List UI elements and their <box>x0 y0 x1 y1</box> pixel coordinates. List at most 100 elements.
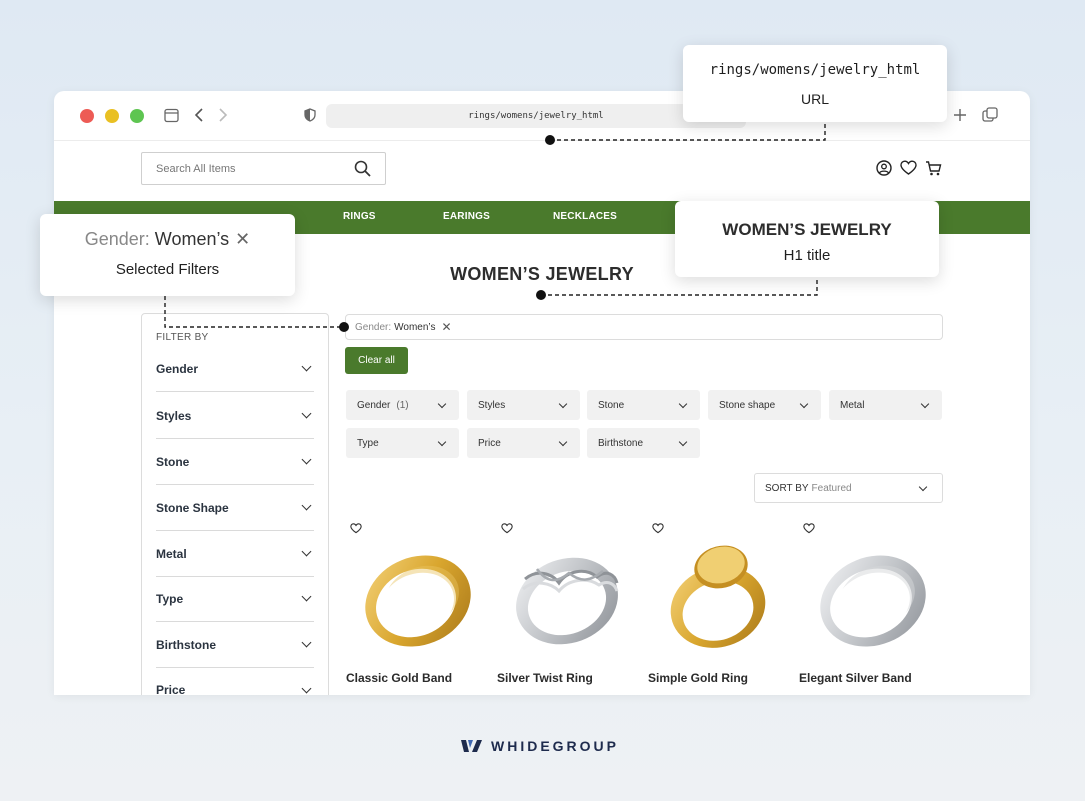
back-icon[interactable] <box>190 106 208 124</box>
callout-url-text: rings/womens/jewelry_html <box>709 62 921 78</box>
filter-label: Stone Shape <box>156 500 229 515</box>
filter-label: Styles <box>156 408 192 423</box>
chevron-down-icon <box>301 361 312 372</box>
filter-label: Birthstone <box>156 637 216 652</box>
chevron-down-icon <box>799 399 809 408</box>
product-name[interactable]: Elegant Silver Band <box>799 671 912 685</box>
product-name[interactable]: Simple Gold Ring <box>648 671 748 685</box>
sidebar-filter-gender[interactable]: Gender <box>156 346 314 392</box>
search-icon[interactable] <box>354 160 371 180</box>
favorite-heart-icon[interactable] <box>350 521 362 539</box>
chevron-down-icon <box>301 637 312 648</box>
brand-name: WHIDEGROUP <box>491 738 619 754</box>
callout-url-caption: URL <box>800 91 829 107</box>
filter-button-label: Metal <box>840 399 865 411</box>
chevron-down-icon <box>678 399 688 408</box>
callout-filter-value: Women’s <box>154 229 230 249</box>
filter-button-birthstone[interactable]: Birthstone <box>587 428 700 458</box>
chevron-down-icon <box>301 546 312 557</box>
silver-twist-ring-image[interactable] <box>497 539 637 657</box>
maximize-window-button[interactable] <box>130 109 144 123</box>
shield-icon[interactable] <box>301 106 319 124</box>
nav-item-earings[interactable]: EARINGS <box>443 211 490 222</box>
selected-filter-value: Women’s <box>394 321 436 333</box>
filter-button-styles[interactable]: Styles <box>467 390 580 420</box>
product-card[interactable]: Simple Gold Ring <box>648 521 788 691</box>
callout-filter-key: Gender: <box>84 229 150 249</box>
filter-button-stone-shape[interactable]: Stone shape <box>708 390 821 420</box>
h1-callout: WOMEN’S JEWELRY H1 title <box>675 201 939 277</box>
gold-band-ring-image[interactable] <box>346 539 486 657</box>
search-input[interactable]: Search All Items <box>141 152 386 185</box>
silver-band-ring-image[interactable] <box>799 539 939 657</box>
chevron-down-icon <box>920 399 930 408</box>
brand-logo-icon <box>461 740 482 752</box>
filter-button-label: Type <box>357 437 379 449</box>
sort-dropdown[interactable]: SORT BY Featured <box>754 473 943 503</box>
nav-item-rings[interactable]: RINGS <box>343 211 376 222</box>
callout-h1-text: WOMEN’S JEWELRY <box>722 220 892 239</box>
browser-window: rings/womens/jewelry_html Search All Ite… <box>54 91 1030 695</box>
close-icon: ✕ <box>235 229 251 249</box>
filter-button-label: Gender <box>357 399 391 411</box>
sort-value: Featured <box>811 482 852 494</box>
forward-icon[interactable] <box>214 106 232 124</box>
gold-signet-ring-image[interactable] <box>648 539 788 657</box>
chevron-down-icon <box>301 500 312 511</box>
filter-button-stone[interactable]: Stone <box>587 390 700 420</box>
minimize-window-button[interactable] <box>105 109 119 123</box>
sidebar-filter-metal[interactable]: Metal <box>156 531 314 577</box>
sidebar-filter-birthstone[interactable]: Birthstone <box>156 622 314 668</box>
product-card[interactable]: Classic Gold Band <box>346 521 486 691</box>
product-name[interactable]: Silver Twist Ring <box>497 671 593 685</box>
product-card[interactable]: Elegant Silver Band <box>799 521 939 691</box>
favorite-heart-icon[interactable] <box>803 521 815 539</box>
chevron-down-icon <box>918 482 928 491</box>
filter-button-label: Birthstone <box>598 437 644 449</box>
selected-filters-callout: Gender: Women’s ✕ Selected Filters <box>40 214 295 296</box>
filter-button-type[interactable]: Type <box>346 428 459 458</box>
chevron-down-icon <box>301 683 312 693</box>
filter-button-price[interactable]: Price <box>467 428 580 458</box>
url-callout: rings/womens/jewelry_html URL <box>683 45 947 122</box>
favorite-heart-icon[interactable] <box>501 521 513 539</box>
filter-button-label: Stone shape <box>719 399 776 411</box>
chevron-down-icon <box>301 408 312 419</box>
remove-filter-icon[interactable]: ✕ <box>441 320 451 334</box>
nav-item-necklaces[interactable]: NECKLACES <box>553 211 617 222</box>
clear-all-button[interactable]: Clear all <box>345 347 408 374</box>
sidebar-filter-price[interactable]: Price <box>156 667 314 695</box>
filter-label: Metal <box>156 546 187 561</box>
callout-h1-caption: H1 title <box>783 247 831 264</box>
sidebar-filter-stone[interactable]: Stone <box>156 439 314 485</box>
selected-filter-key: Gender: <box>355 321 392 333</box>
tabs-overview-icon[interactable] <box>981 106 999 124</box>
filter-count: (1) <box>396 399 409 411</box>
product-name[interactable]: Classic Gold Band <box>346 671 452 685</box>
sidebar-filter-stone-shape[interactable]: Stone Shape <box>156 485 314 531</box>
sidebar-filter-styles[interactable]: Styles <box>156 393 314 439</box>
sidebar-filter-type[interactable]: Type <box>156 576 314 622</box>
brand-logo: WHIDEGROUP <box>460 738 619 754</box>
filter-label: Price <box>156 683 186 695</box>
search-placeholder: Search All Items <box>156 162 236 175</box>
filter-sidebar: FILTER BY Gender Styles Stone Stone Shap… <box>141 313 329 695</box>
header-icons <box>876 160 942 181</box>
sidebar-toggle-icon[interactable] <box>162 106 180 124</box>
filter-by-heading: FILTER BY <box>156 332 209 343</box>
cart-icon[interactable] <box>925 160 942 181</box>
callout-filter-caption: Selected Filters <box>115 261 220 278</box>
close-window-button[interactable] <box>80 109 94 123</box>
chevron-down-icon <box>301 591 312 602</box>
new-tab-icon[interactable] <box>951 106 969 124</box>
chevron-down-icon <box>678 437 688 446</box>
filter-button-label: Stone <box>598 399 625 411</box>
user-icon[interactable] <box>876 160 892 181</box>
sort-label: SORT BY <box>765 482 809 494</box>
wishlist-heart-icon[interactable] <box>900 160 917 181</box>
filter-label: Gender <box>156 361 199 376</box>
product-card[interactable]: Silver Twist Ring <box>497 521 637 691</box>
filter-button-metal[interactable]: Metal <box>829 390 942 420</box>
favorite-heart-icon[interactable] <box>652 521 664 539</box>
filter-button-gender[interactable]: Gender (1) <box>346 390 459 420</box>
